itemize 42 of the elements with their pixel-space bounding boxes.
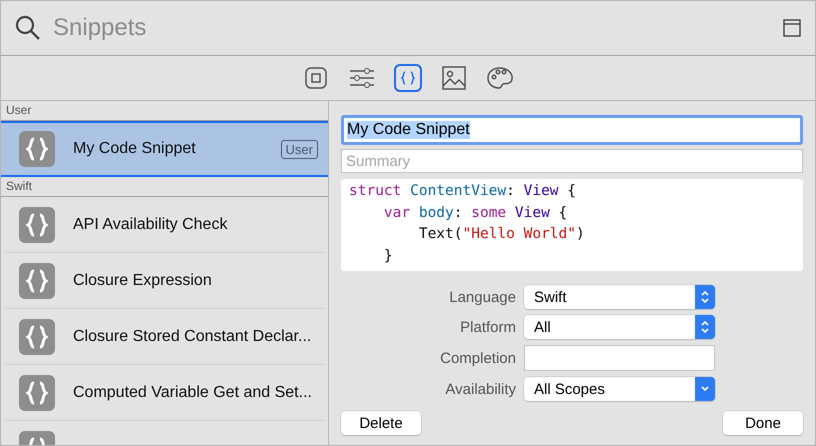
palette-icon <box>487 67 513 89</box>
up-down-chevron-icon <box>700 289 710 305</box>
braces-icon <box>26 268 48 292</box>
snippet-row[interactable]: Computed Variable Get and Set... <box>5 365 324 421</box>
code-editor[interactable]: struct ContentView: View { var body: some View { Text("Hello World") } <box>341 179 803 271</box>
braces-icon <box>26 212 48 236</box>
snippet-name: My Code Snippet <box>73 140 197 158</box>
field-label: Completion <box>439 350 516 366</box>
snippet-name: Closure Stored Constant Declar... <box>73 328 312 346</box>
completion-field[interactable] <box>524 345 715 371</box>
title-field[interactable]: My Code Snippet <box>341 115 803 145</box>
summary-field[interactable]: Summary <box>341 149 803 173</box>
snippet-name: Computed Variable Get and Set... <box>73 384 313 402</box>
braces-icon <box>26 137 48 161</box>
section-header: Swift <box>1 177 328 197</box>
snippet-row[interactable]: Closure Stored Constant Declar... <box>5 309 324 365</box>
snippet-row[interactable]: My Code Snippet User <box>1 121 328 177</box>
snippet-row[interactable]: Closure Expression <box>5 253 324 309</box>
field-label: Availability <box>444 380 516 398</box>
braces-icon <box>26 380 48 404</box>
snippet-row[interactable]: API Availability Check <box>5 197 324 253</box>
library-tab[interactable] <box>440 64 468 92</box>
field-label: Language <box>448 288 516 306</box>
search-field[interactable]: Snippets <box>51 13 773 43</box>
window-icon[interactable] <box>783 19 801 37</box>
braces-icon <box>400 70 416 86</box>
search-icon <box>15 15 41 41</box>
popup-select[interactable]: Swift <box>524 285 715 309</box>
up-down-chevron-icon <box>700 319 710 335</box>
delete-button[interactable]: Delete <box>341 411 421 435</box>
library-tab[interactable] <box>394 64 422 92</box>
sliders-icon <box>349 67 375 89</box>
user-tag: User <box>280 140 318 158</box>
field-label: Platform <box>459 318 516 336</box>
square-icon <box>305 67 327 89</box>
image-icon <box>442 66 466 90</box>
snippet-name: Closure Expression <box>73 272 213 290</box>
popup-select[interactable]: All Scopes <box>524 377 715 401</box>
braces-icon <box>26 324 48 348</box>
popup-select[interactable]: All <box>524 315 715 339</box>
snippet-name: API Availability Check <box>73 216 228 234</box>
done-button[interactable]: Done <box>723 411 803 435</box>
